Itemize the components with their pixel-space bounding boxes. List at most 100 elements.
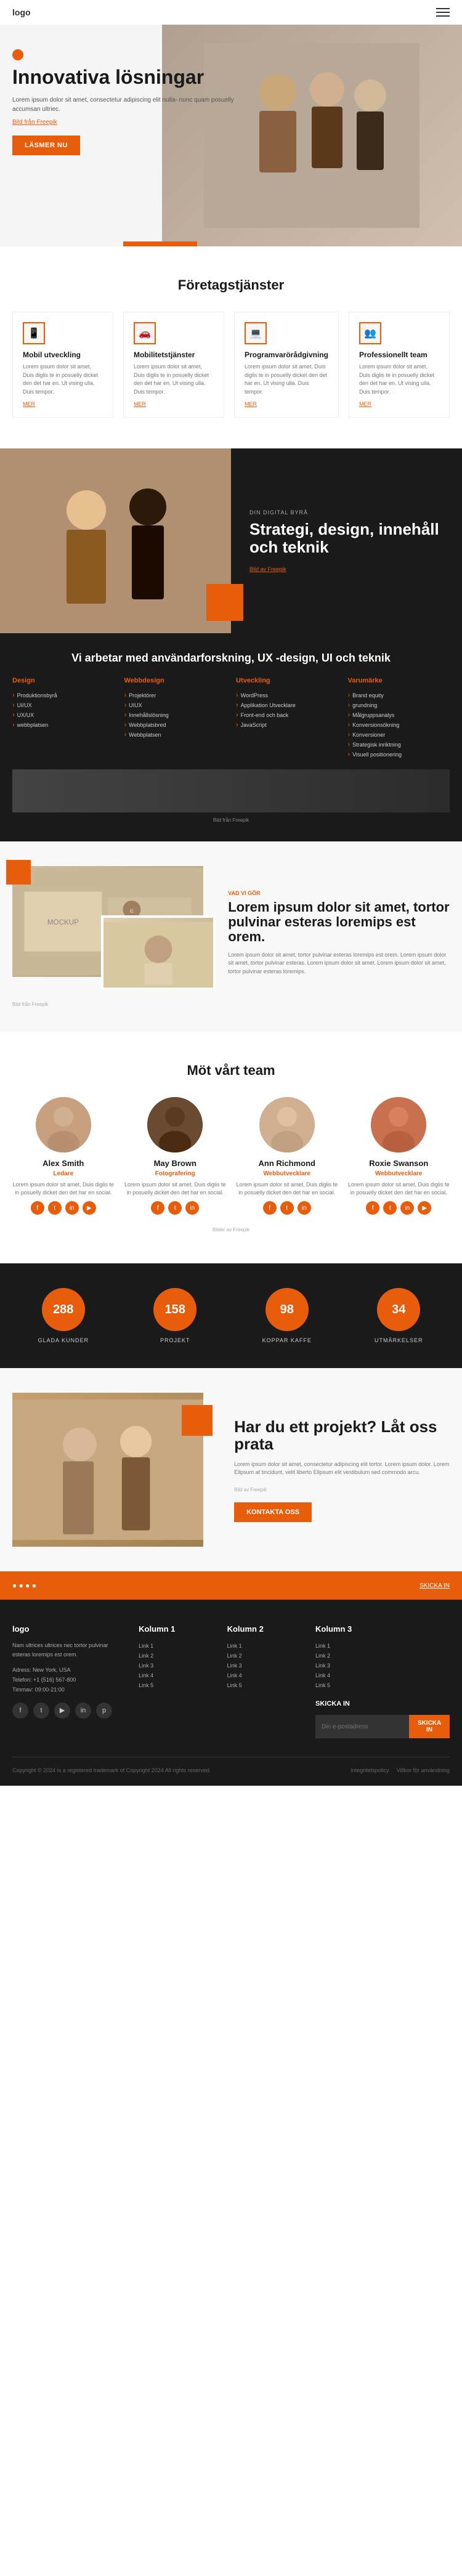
footer-link[interactable]: Link 5 [227,1680,303,1690]
list-item: Innehållslösning [124,710,227,720]
footer-link[interactable]: Link 5 [315,1680,450,1690]
footer-link[interactable]: Link 3 [227,1661,303,1671]
twitter-icon[interactable]: t [383,1201,397,1215]
footer-col1-list: Link 1 Link 2 Link 3 Link 4 Link 5 [139,1641,214,1690]
hero-title: Innovativa lösningar [12,67,253,88]
service-desc-1: Lorem ipsum dolor sit amet, Duis diglis … [134,363,214,396]
hero-cta-button[interactable]: LÄSMER NU [12,136,80,155]
footer-link[interactable]: Link 1 [139,1641,214,1651]
footer-link[interactable]: Link 4 [227,1671,303,1680]
footer-pinterest-icon[interactable]: p [96,1703,112,1719]
contact-strip: ● ● ● ● SKICKA IN [0,1571,462,1600]
list-item: Webbplatsen [124,730,227,740]
footer-link[interactable]: Link 1 [227,1641,303,1651]
footer-link[interactable]: Link 2 [315,1651,450,1661]
footer-link[interactable]: Link 3 [315,1661,450,1671]
footer-link[interactable]: Link 2 [227,1651,303,1661]
stat-label-3: UTMÄRKELSER [348,1337,450,1343]
agency-section: DIN DIGITAL BYRÅ Strategi, design, inneh… [0,448,462,633]
team-photo-1 [147,1097,203,1152]
linkedin-icon[interactable]: in [185,1201,199,1215]
stat-label-0: GLADA KUNDER [12,1337,115,1343]
team-avatar-img-3 [371,1097,426,1152]
footer-terms-link[interactable]: Villkor för användning [397,1767,450,1773]
footer-linkedin-icon[interactable]: in [75,1703,91,1719]
footer-link[interactable]: Link 4 [315,1671,450,1680]
footer-email-input[interactable] [315,1715,409,1738]
footer-youtube-icon[interactable]: ▶ [54,1703,70,1719]
team-social-2: f t in [236,1201,338,1215]
team-name-0: Alex Smith [12,1159,115,1168]
service-link-1[interactable]: MER [134,401,214,407]
team-role-0: Ledare [12,1170,115,1177]
list-item: UI/UX [12,700,115,710]
what-orange-accent [6,860,31,885]
facebook-icon[interactable]: f [263,1201,277,1215]
team-role-3: Webbutvecklare [348,1170,450,1177]
agency-left [0,448,231,633]
footer-privacy-link[interactable]: Integritetspolicy [351,1767,389,1773]
list-item: Applikation Utvecklare [236,700,338,710]
list-item: Visuell positionering [348,750,450,759]
hamburger-menu[interactable] [436,8,450,17]
agency-inner: DIN DIGITAL BYRÅ Strategi, design, inneh… [0,448,462,633]
team-card-2: Ann Richmond Webbutvecklare Lorem ipsum … [236,1097,338,1215]
services-photo-credit: Bild från Freepik [12,817,450,823]
services-list-section: Vi arbetar med användarforskning, UX -de… [0,633,462,841]
footer-grid: logo Nam ultrices ultrices nec tortor pu… [12,1624,450,1738]
service-link-2[interactable]: MER [245,401,328,407]
facebook-icon[interactable]: f [151,1201,164,1215]
agency-image [0,448,231,633]
contact-strip-link[interactable]: SKICKA IN [419,1582,450,1589]
svg-text:C: C [130,908,134,913]
what-we-do-section: MOCKUP C CUBIKEN Bild från Freepik [0,841,462,1032]
agency-photo-credit[interactable]: Bild av Freepik [249,566,444,572]
footer-link[interactable]: Link 3 [139,1661,214,1671]
service-icon-0: 📱 [23,322,45,344]
footer-col2-list: Link 1 Link 2 Link 3 Link 4 Link 5 [227,1641,303,1690]
footer-link[interactable]: Link 4 [139,1671,214,1680]
what-image-2 [101,915,216,989]
team-photo-credit: Bilder av Freepik [12,1227,450,1233]
twitter-icon[interactable]: t [280,1201,294,1215]
footer-social-icons: f t ▶ in p [12,1703,126,1719]
footer-link[interactable]: Link 1 [315,1641,450,1651]
footer-facebook-icon[interactable]: f [12,1703,28,1719]
services-col-dev: Utveckling WordPress Applikation Utveckl… [236,677,338,759]
linkedin-icon[interactable]: in [65,1201,79,1215]
service-desc-0: Lorem ipsum dolor sit amet, Duis diglis … [23,363,103,396]
footer-link[interactable]: Link 2 [139,1651,214,1661]
stat-label-2: KOPPAR KAFFE [236,1337,338,1343]
agency-title: Strategi, design, innehåll och teknik [249,520,444,556]
stat-circle-0: 288 [42,1288,85,1331]
hero-photo-credit[interactable]: Bild från Freepik [12,119,253,126]
twitter-icon[interactable]: t [168,1201,182,1215]
team-avatar-img-0 [36,1097,91,1152]
service-title-0: Mobil utveckling [23,350,103,359]
footer-phone-label: Telefon: [12,1677,32,1683]
service-link-0[interactable]: MER [23,401,103,407]
project-cta-button[interactable]: KONTAKTA OSS [234,1502,312,1522]
facebook-icon[interactable]: f [366,1201,379,1215]
services-col-design-list: Produktionsbyrå UI/UX UX/UX webbplatsen [12,691,115,730]
services-col-brand-list: Brand equity grundning Målgruppsanalys K… [348,691,450,759]
youtube-icon[interactable]: ▶ [418,1201,431,1215]
footer-subscribe-button[interactable]: SKICKA IN [409,1715,450,1738]
service-card-0: 📱 Mobil utveckling Lorem ipsum dolor sit… [12,312,113,418]
team-name-2: Ann Richmond [236,1159,338,1168]
footer: logo Nam ultrices ultrices nec tortor pu… [0,1600,462,1786]
team-avatar-3 [371,1097,426,1152]
hero-section: Innovativa lösningar Lorem ipsum dolor s… [0,25,462,246]
twitter-icon[interactable]: t [48,1201,62,1215]
team-desc-2: Lorem ipsum dolor sit amet, Duis diglis … [236,1181,338,1196]
footer-link[interactable]: Link 5 [139,1680,214,1690]
linkedin-icon[interactable]: in [400,1201,414,1215]
facebook-icon[interactable]: f [31,1201,44,1215]
linkedin-icon[interactable]: in [298,1201,311,1215]
footer-newsletter-form: SKICKA IN [315,1715,450,1738]
team-role-1: Fotografering [124,1170,227,1177]
footer-twitter-icon[interactable]: t [33,1703,49,1719]
footer-address-value: New York, USA [33,1667,71,1673]
service-link-3[interactable]: MER [359,401,439,407]
youtube-icon[interactable]: ▶ [83,1201,96,1215]
